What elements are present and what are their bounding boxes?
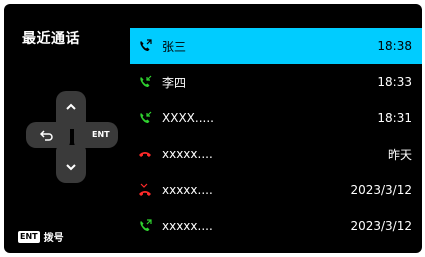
contact-name: xxxxx.... xyxy=(162,183,213,197)
call-time: 18:31 xyxy=(377,111,412,125)
call-time: 2023/3/12 xyxy=(350,219,412,233)
outgoing-call-icon xyxy=(138,219,152,233)
contact-name: 李四 xyxy=(162,75,187,90)
dpad-down-button[interactable] xyxy=(56,145,86,183)
outgoing-call-icon xyxy=(138,39,152,53)
call-row[interactable]: 李四 18:33 xyxy=(130,64,422,100)
contact-name: xxxxx.... xyxy=(162,219,213,233)
call-row[interactable]: xxxxx.... 昨天 xyxy=(130,136,422,172)
phone-screen: 最近通话 ENT ENT 拨号 张三 18:38 李四 18:33 XXXX..... 1… xyxy=(4,4,422,253)
footer-hint: ENT 拨号 xyxy=(18,229,64,244)
back-arrow-icon xyxy=(40,130,53,141)
chevron-down-icon xyxy=(66,164,76,171)
ent-key-badge: ENT xyxy=(18,230,40,243)
dpad-ok-button[interactable]: ENT xyxy=(74,122,118,148)
incoming-call-icon xyxy=(138,111,152,125)
contact-name: XXXX..... xyxy=(162,111,214,125)
recent-calls-list: 张三 18:38 李四 18:33 XXXX..... 18:31 xxxxx.... 昨天 x… xyxy=(130,28,422,244)
call-time: 18:33 xyxy=(377,75,412,89)
call-row[interactable]: 张三 18:38 xyxy=(130,28,422,64)
chevron-up-icon xyxy=(66,103,76,110)
call-row[interactable]: xxxxx.... 2023/3/12 xyxy=(130,172,422,208)
call-time: 2023/3/12 xyxy=(350,183,412,197)
call-time: 18:38 xyxy=(377,39,412,53)
call-row[interactable]: XXXX..... 18:31 xyxy=(130,100,422,136)
dpad-back-button[interactable] xyxy=(26,122,70,148)
dial-hint-text: 拨号 xyxy=(43,233,64,244)
page-title: 最近通话 xyxy=(22,31,80,47)
incoming-call-icon xyxy=(138,75,152,89)
ok-label: ENT xyxy=(92,130,110,139)
contact-name: 张三 xyxy=(162,39,187,54)
call-row[interactable]: xxxxx.... 2023/3/12 xyxy=(130,208,422,244)
rejected-call-icon xyxy=(138,147,152,161)
missed-call-icon xyxy=(138,183,152,197)
call-time: 昨天 xyxy=(387,147,412,162)
contact-name: xxxxx.... xyxy=(162,147,213,161)
